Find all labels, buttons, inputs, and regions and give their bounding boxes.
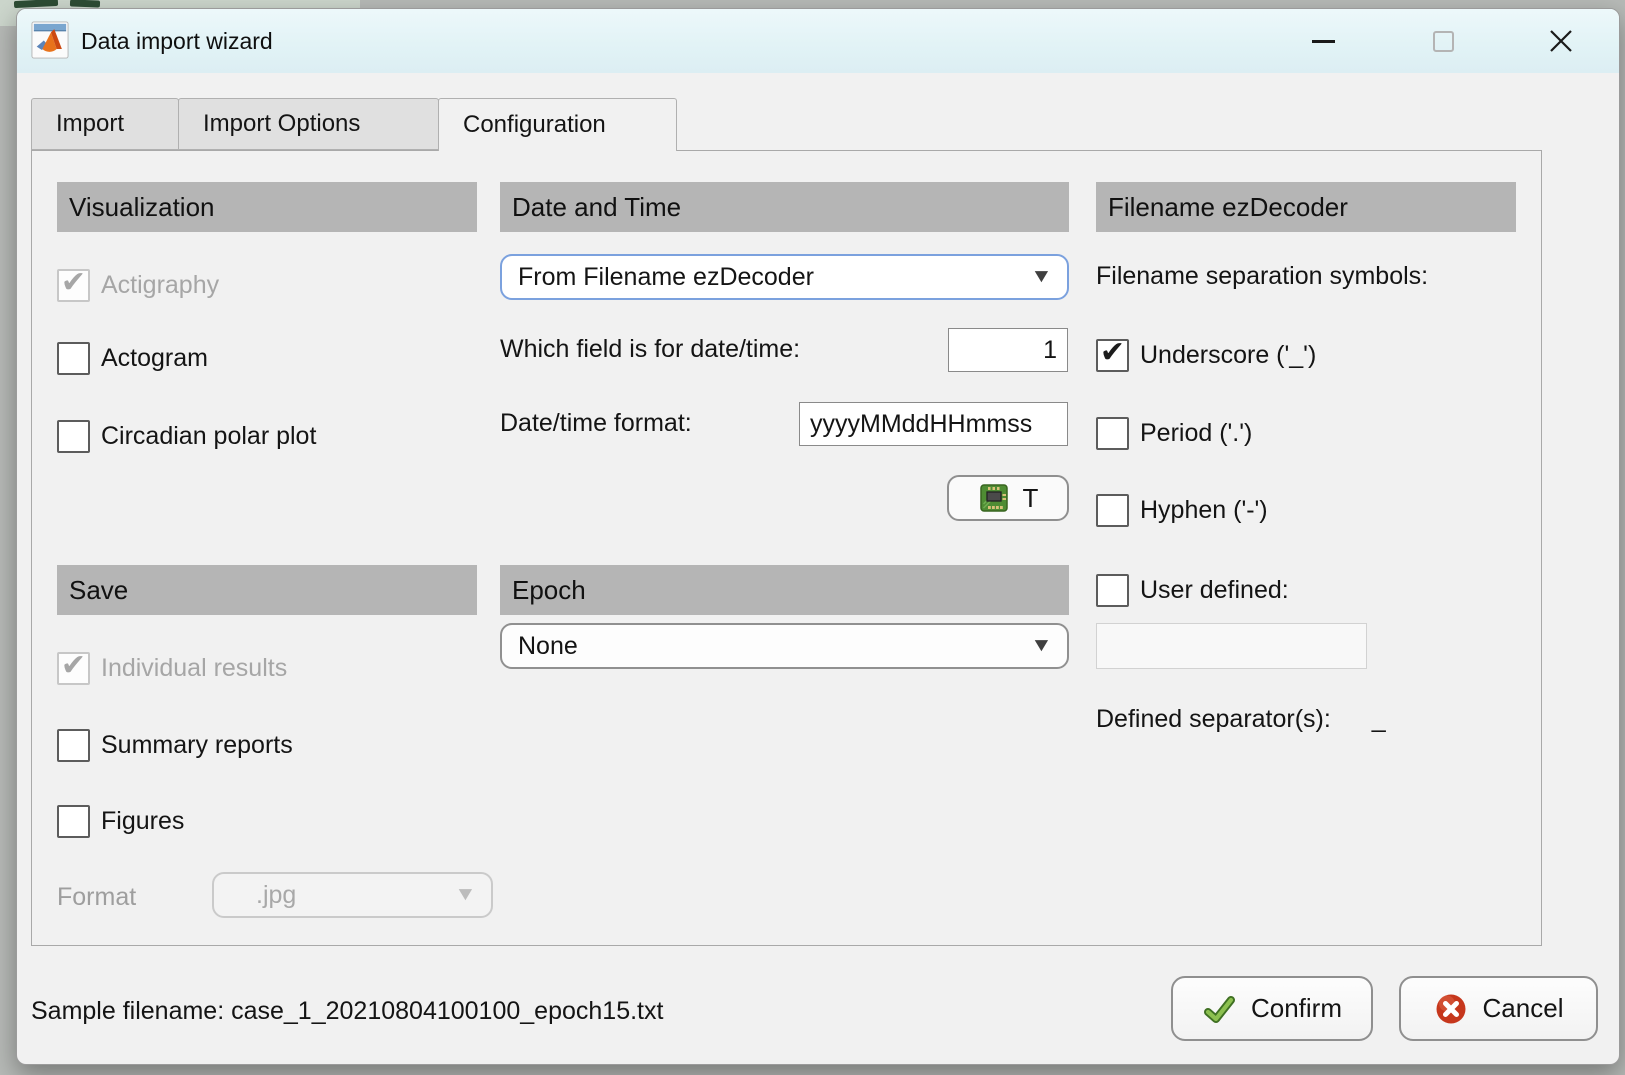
minimize-button[interactable] (1299, 17, 1347, 65)
checkbox-box: ✔ (1096, 339, 1129, 372)
maximize-button[interactable] (1419, 17, 1467, 65)
section-header-save: Save (57, 565, 477, 615)
checkbox-actigraphy[interactable]: ✔ Actigraphy (57, 269, 219, 302)
tab-configuration[interactable]: Configuration (438, 98, 677, 151)
checkbox-user-defined[interactable]: User defined: (1096, 574, 1289, 607)
check-icon: ✔ (61, 268, 86, 298)
maximize-icon (1433, 31, 1454, 52)
checkbox-box (1096, 417, 1129, 450)
checkbox-actogram[interactable]: Actogram (57, 342, 208, 375)
chip-icon (978, 482, 1010, 514)
figure-format-dropdown: .jpg ▼ (212, 872, 493, 918)
datetime-format-helper-button[interactable]: T (947, 475, 1069, 521)
figure-format-value: .jpg (230, 881, 296, 910)
minimize-icon (1312, 40, 1335, 43)
checkbox-box (57, 729, 90, 762)
tab-import-options[interactable]: Import Options (178, 98, 439, 150)
chevron-down-icon: ▼ (1030, 635, 1053, 657)
sample-filename-label: Sample filename: case_1_20210804100100_e… (31, 996, 663, 1026)
checkbox-box (1096, 494, 1129, 527)
checkbox-summary-reports[interactable]: Summary reports (57, 729, 293, 762)
checkbox-box (57, 805, 90, 838)
chevron-down-icon: ▼ (454, 884, 477, 906)
checkbox-hyphen[interactable]: Hyphen ('-') (1096, 494, 1268, 527)
section-header-filename-ezdecoder: Filename ezDecoder (1096, 182, 1516, 232)
defined-separator-value: _ (1372, 704, 1386, 734)
defined-separator-row: Defined separator(s): _ (1096, 704, 1386, 734)
datetime-field-label: Which field is for date/time: (500, 334, 800, 364)
cancel-button[interactable]: Cancel (1399, 976, 1598, 1041)
user-defined-separator-input[interactable] (1096, 623, 1367, 669)
checkbox-box (57, 342, 90, 375)
datetime-source-value: From Filename ezDecoder (518, 263, 814, 292)
datetime-format-label: Date/time format: (500, 408, 692, 438)
close-icon (1548, 28, 1574, 54)
separation-symbols-label: Filename separation symbols: (1096, 261, 1428, 291)
checkbox-box: ✔ (57, 652, 90, 685)
checkbox-box: ✔ (57, 269, 90, 302)
section-header-epoch: Epoch (500, 565, 1069, 615)
checkbox-box (1096, 574, 1129, 607)
configuration-tab-panel: Visualization ✔ Actigraphy Actogram Circ… (31, 150, 1542, 946)
datetime-format-input[interactable] (799, 402, 1068, 446)
window-title: Data import wizard (81, 9, 273, 73)
checkbox-underscore[interactable]: ✔ Underscore ('_') (1096, 339, 1316, 372)
confirm-label: Confirm (1251, 993, 1342, 1024)
checkbox-period[interactable]: Period ('.') (1096, 417, 1252, 450)
check-icon: ✔ (1100, 338, 1125, 368)
datetime-field-input[interactable] (948, 328, 1068, 372)
section-header-date-time: Date and Time (500, 182, 1069, 232)
close-button[interactable] (1537, 17, 1585, 65)
red-x-icon (1434, 992, 1468, 1026)
cancel-label: Cancel (1483, 993, 1564, 1024)
titlebar: Data import wizard (17, 9, 1619, 73)
defined-separator-label: Defined separator(s): (1096, 705, 1331, 733)
section-header-visualization: Visualization (57, 182, 477, 232)
chevron-down-icon: ▼ (1030, 266, 1053, 288)
checkbox-box (57, 420, 90, 453)
confirm-button[interactable]: Confirm (1171, 976, 1373, 1041)
green-check-icon (1202, 992, 1236, 1026)
matlab-app-icon (31, 21, 69, 59)
format-label: Format (57, 882, 136, 912)
epoch-dropdown[interactable]: None ▼ (500, 623, 1069, 669)
t-button-label: T (1023, 483, 1039, 514)
checkbox-figures[interactable]: Figures (57, 805, 184, 838)
checkbox-circadian-polar-plot[interactable]: Circadian polar plot (57, 420, 316, 453)
check-icon: ✔ (61, 651, 86, 681)
data-import-wizard-dialog: Data import wizard Visualization ✔ Actig… (16, 8, 1620, 1065)
tab-import[interactable]: Import (31, 98, 179, 150)
checkbox-individual-results[interactable]: ✔ Individual results (57, 652, 287, 685)
datetime-source-dropdown[interactable]: From Filename ezDecoder ▼ (500, 254, 1069, 300)
epoch-value: None (518, 632, 578, 661)
